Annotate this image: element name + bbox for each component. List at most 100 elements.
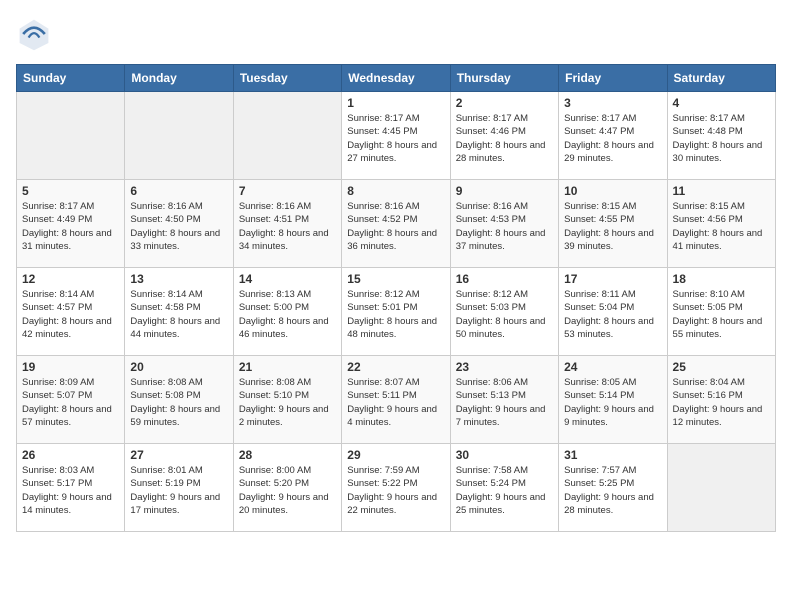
day-info: Sunrise: 8:03 AM Sunset: 5:17 PM Dayligh…: [22, 464, 119, 517]
day-info: Sunrise: 7:59 AM Sunset: 5:22 PM Dayligh…: [347, 464, 444, 517]
day-number: 11: [673, 184, 770, 198]
day-number: 31: [564, 448, 661, 462]
day-info: Sunrise: 8:08 AM Sunset: 5:08 PM Dayligh…: [130, 376, 227, 429]
day-info: Sunrise: 8:09 AM Sunset: 5:07 PM Dayligh…: [22, 376, 119, 429]
day-number: 18: [673, 272, 770, 286]
day-info: Sunrise: 8:17 AM Sunset: 4:45 PM Dayligh…: [347, 112, 444, 165]
day-info: Sunrise: 8:05 AM Sunset: 5:14 PM Dayligh…: [564, 376, 661, 429]
calendar-cell: 10Sunrise: 8:15 AM Sunset: 4:55 PM Dayli…: [559, 180, 667, 268]
calendar-cell: 22 Sunrise: 8:07 AM Sunset: 5:11 PM Dayli…: [342, 356, 450, 444]
day-number: 14: [239, 272, 336, 286]
day-info: Sunrise: 8:13 AM Sunset: 5:00 PM Dayligh…: [239, 288, 336, 341]
day-info: Sunrise: 8:16 AM Sunset: 4:50 PM Dayligh…: [130, 200, 227, 253]
calendar-cell: 24 Sunrise: 8:05 AM Sunset: 5:14 PM Dayli…: [559, 356, 667, 444]
page-header: [16, 16, 776, 52]
day-number: 9: [456, 184, 553, 198]
calendar-cell: 12 Sunrise: 8:14 AM Sunset: 4:57 PM Dayli…: [17, 268, 125, 356]
day-number: 16: [456, 272, 553, 286]
calendar-week-row: 12 Sunrise: 8:14 AM Sunset: 4:57 PM Dayli…: [17, 268, 776, 356]
calendar-cell: 31 Sunrise: 7:57 AM Sunset: 5:25 PM Dayli…: [559, 444, 667, 532]
day-info: Sunrise: 7:57 AM Sunset: 5:25 PM Dayligh…: [564, 464, 661, 517]
calendar-week-row: 19 Sunrise: 8:09 AM Sunset: 5:07 PM Dayli…: [17, 356, 776, 444]
calendar-cell: 3 Sunrise: 8:17 AM Sunset: 4:47 PM Daylig…: [559, 92, 667, 180]
day-info: Sunrise: 8:06 AM Sunset: 5:13 PM Dayligh…: [456, 376, 553, 429]
calendar-cell: 30 Sunrise: 7:58 AM Sunset: 5:24 PM Dayli…: [450, 444, 558, 532]
calendar-cell: 13 Sunrise: 8:14 AM Sunset: 4:58 PM Dayli…: [125, 268, 233, 356]
day-info: Sunrise: 7:58 AM Sunset: 5:24 PM Dayligh…: [456, 464, 553, 517]
calendar-cell: [667, 444, 775, 532]
calendar-cell: 28Sunrise: 8:00 AM Sunset: 5:20 PM Dayli…: [233, 444, 341, 532]
calendar-week-row: 5 Sunrise: 8:17 AM Sunset: 4:49 PM Daylig…: [17, 180, 776, 268]
day-number: 20: [130, 360, 227, 374]
day-number: 22: [347, 360, 444, 374]
calendar-cell: 4Sunrise: 8:17 AM Sunset: 4:48 PM Daylig…: [667, 92, 775, 180]
day-number: 13: [130, 272, 227, 286]
calendar-cell: 6 Sunrise: 8:16 AM Sunset: 4:50 PM Daylig…: [125, 180, 233, 268]
day-info: Sunrise: 8:07 AM Sunset: 5:11 PM Dayligh…: [347, 376, 444, 429]
day-info: Sunrise: 8:15 AM Sunset: 4:56 PM Dayligh…: [673, 200, 770, 253]
day-number: 30: [456, 448, 553, 462]
calendar-cell: [125, 92, 233, 180]
day-number: 12: [22, 272, 119, 286]
day-info: Sunrise: 8:11 AM Sunset: 5:04 PM Dayligh…: [564, 288, 661, 341]
calendar-cell: 1 Sunrise: 8:17 AM Sunset: 4:45 PM Daylig…: [342, 92, 450, 180]
day-number: 8: [347, 184, 444, 198]
day-header-thursday: Thursday: [450, 65, 558, 92]
day-number: 5: [22, 184, 119, 198]
calendar-week-row: 1 Sunrise: 8:17 AM Sunset: 4:45 PM Daylig…: [17, 92, 776, 180]
day-info: Sunrise: 8:12 AM Sunset: 5:01 PM Dayligh…: [347, 288, 444, 341]
day-number: 7: [239, 184, 336, 198]
day-number: 24: [564, 360, 661, 374]
day-info: Sunrise: 8:17 AM Sunset: 4:47 PM Dayligh…: [564, 112, 661, 165]
day-number: 26: [22, 448, 119, 462]
day-number: 3: [564, 96, 661, 110]
calendar-table: SundayMondayTuesdayWednesdayThursdayFrid…: [16, 64, 776, 532]
day-info: Sunrise: 8:01 AM Sunset: 5:19 PM Dayligh…: [130, 464, 227, 517]
day-number: 21: [239, 360, 336, 374]
calendar-cell: 21 Sunrise: 8:08 AM Sunset: 5:10 PM Dayli…: [233, 356, 341, 444]
day-number: 23: [456, 360, 553, 374]
day-number: 1: [347, 96, 444, 110]
calendar-cell: 11 Sunrise: 8:15 AM Sunset: 4:56 PM Dayli…: [667, 180, 775, 268]
calendar-cell: 23 Sunrise: 8:06 AM Sunset: 5:13 PM Dayli…: [450, 356, 558, 444]
calendar-cell: 29 Sunrise: 7:59 AM Sunset: 5:22 PM Dayli…: [342, 444, 450, 532]
day-header-friday: Friday: [559, 65, 667, 92]
calendar-cell: 5 Sunrise: 8:17 AM Sunset: 4:49 PM Daylig…: [17, 180, 125, 268]
day-info: Sunrise: 8:16 AM Sunset: 4:53 PM Dayligh…: [456, 200, 553, 253]
day-info: Sunrise: 8:15 AM Sunset: 4:55 PM Dayligh…: [564, 200, 661, 253]
day-number: 6: [130, 184, 227, 198]
day-info: Sunrise: 8:16 AM Sunset: 4:51 PM Dayligh…: [239, 200, 336, 253]
day-info: Sunrise: 8:14 AM Sunset: 4:58 PM Dayligh…: [130, 288, 227, 341]
calendar-cell: 19 Sunrise: 8:09 AM Sunset: 5:07 PM Dayli…: [17, 356, 125, 444]
day-info: Sunrise: 8:10 AM Sunset: 5:05 PM Dayligh…: [673, 288, 770, 341]
calendar-cell: 18 Sunrise: 8:10 AM Sunset: 5:05 PM Dayli…: [667, 268, 775, 356]
day-info: Sunrise: 8:12 AM Sunset: 5:03 PM Dayligh…: [456, 288, 553, 341]
day-header-saturday: Saturday: [667, 65, 775, 92]
day-info: Sunrise: 8:08 AM Sunset: 5:10 PM Dayligh…: [239, 376, 336, 429]
calendar-cell: 2 Sunrise: 8:17 AM Sunset: 4:46 PM Daylig…: [450, 92, 558, 180]
day-info: Sunrise: 8:17 AM Sunset: 4:49 PM Dayligh…: [22, 200, 119, 253]
day-info: Sunrise: 8:16 AM Sunset: 4:52 PM Dayligh…: [347, 200, 444, 253]
logo: [16, 16, 56, 52]
day-info: Sunrise: 8:14 AM Sunset: 4:57 PM Dayligh…: [22, 288, 119, 341]
day-number: 25: [673, 360, 770, 374]
day-info: Sunrise: 8:17 AM Sunset: 4:46 PM Dayligh…: [456, 112, 553, 165]
logo-icon: [16, 16, 52, 52]
calendar-cell: 17 Sunrise: 8:11 AM Sunset: 5:04 PM Dayli…: [559, 268, 667, 356]
day-number: 19: [22, 360, 119, 374]
day-number: 4: [673, 96, 770, 110]
calendar-cell: 25Sunrise: 8:04 AM Sunset: 5:16 PM Dayli…: [667, 356, 775, 444]
calendar-header-row: SundayMondayTuesdayWednesdayThursdayFrid…: [17, 65, 776, 92]
day-header-monday: Monday: [125, 65, 233, 92]
day-info: Sunrise: 8:00 AM Sunset: 5:20 PM Dayligh…: [239, 464, 336, 517]
day-number: 17: [564, 272, 661, 286]
day-number: 29: [347, 448, 444, 462]
calendar-cell: 8 Sunrise: 8:16 AM Sunset: 4:52 PM Daylig…: [342, 180, 450, 268]
calendar-cell: 27Sunrise: 8:01 AM Sunset: 5:19 PM Dayli…: [125, 444, 233, 532]
calendar-week-row: 26 Sunrise: 8:03 AM Sunset: 5:17 PM Dayli…: [17, 444, 776, 532]
calendar-cell: [233, 92, 341, 180]
day-number: 2: [456, 96, 553, 110]
calendar-cell: 26 Sunrise: 8:03 AM Sunset: 5:17 PM Dayli…: [17, 444, 125, 532]
day-number: 15: [347, 272, 444, 286]
calendar-cell: 7 Sunrise: 8:16 AM Sunset: 4:51 PM Daylig…: [233, 180, 341, 268]
